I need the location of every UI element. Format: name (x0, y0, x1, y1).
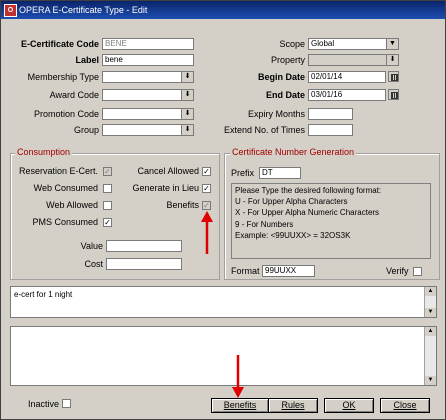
promotion-code-label: Promotion Code (33, 109, 99, 119)
cost-label: Cost (84, 259, 103, 269)
reservation-ecert-label: Reservation E-Cert. (18, 166, 98, 176)
lov-arrow-icon[interactable]: ⬇ (181, 90, 193, 100)
extend-times-field[interactable] (308, 124, 353, 136)
help-line: U - For Upper Alpha Characters (235, 197, 348, 207)
web-allowed-checkbox[interactable] (103, 201, 112, 210)
inactive-checkbox[interactable] (62, 399, 71, 408)
generate-in-lieu-checkbox[interactable]: ✓ (202, 184, 211, 193)
end-date-field[interactable]: 03/01/16 (308, 89, 386, 101)
description-scrollbar[interactable]: ▲ ▼ (424, 287, 436, 317)
help-line: X - For Upper Alpha Numeric Characters (235, 208, 380, 218)
ecert-type-edit-window: O OPERA E-Certificate Type - Edit E-Cert… (0, 0, 446, 420)
benefits-button[interactable]: Benefits (211, 398, 269, 413)
membership-type-field[interactable]: ⬇ (102, 71, 194, 83)
help-line: 9 - For Numbers (235, 219, 294, 229)
expiry-months-label: Expiry Months (247, 109, 305, 119)
lov-arrow-icon[interactable]: ⬇ (386, 55, 398, 65)
window-title: OPERA E-Certificate Type - Edit (19, 5, 148, 15)
close-button[interactable]: Close (380, 398, 430, 413)
annotation-arrow-down (232, 355, 244, 398)
web-consumed-checkbox[interactable] (103, 184, 112, 193)
web-consumed-label: Web Consumed (33, 183, 98, 193)
notes-scrollbar[interactable]: ▲ ▼ (424, 327, 436, 385)
scope-select[interactable]: Global ▼ (308, 38, 399, 50)
benefits-checkbox[interactable]: ✓ (202, 201, 211, 210)
calendar-icon[interactable] (388, 71, 399, 82)
cancel-allowed-label: Cancel Allowed (137, 166, 199, 176)
lov-arrow-icon[interactable]: ⬇ (181, 72, 193, 82)
cost-field[interactable] (106, 258, 182, 270)
dropdown-arrow-icon[interactable]: ▼ (386, 39, 398, 49)
group-field[interactable]: ⬇ (102, 124, 194, 136)
description-textarea[interactable]: e-cert for 1 night ▲ ▼ (10, 286, 437, 318)
ecert-code-field[interactable]: BENE (102, 38, 194, 50)
description-text: e-cert for 1 night (14, 290, 73, 299)
verify-checkbox[interactable] (413, 267, 422, 276)
web-allowed-label: Web Allowed (46, 200, 98, 210)
label-label: Label (75, 55, 99, 65)
scroll-down-icon[interactable]: ▼ (425, 308, 436, 317)
lov-arrow-icon[interactable]: ⬇ (181, 109, 193, 119)
verify-label: Verify (386, 266, 409, 276)
benefits-label: Benefits (166, 200, 199, 210)
format-label: Format (231, 266, 260, 276)
label-field[interactable]: bene (102, 54, 194, 66)
scope-value: Global (311, 39, 335, 48)
scope-label: Scope (279, 39, 305, 49)
opera-icon: O (4, 4, 17, 17)
pms-consumed-label: PMS Consumed (32, 217, 98, 227)
scroll-up-icon[interactable]: ▲ (425, 327, 436, 336)
promotion-code-field[interactable]: ⬇ (102, 108, 194, 120)
cancel-allowed-checkbox[interactable]: ✓ (202, 167, 211, 176)
reservation-ecert-checkbox[interactable]: ✓ (103, 167, 112, 176)
notes-textarea[interactable]: ▲ ▼ (10, 326, 437, 386)
prefix-field[interactable]: DT (259, 167, 301, 179)
prefix-label: Prefix (231, 168, 255, 178)
calendar-icon[interactable] (388, 89, 399, 100)
format-help-box: Please Type the desired following format… (231, 183, 431, 259)
property-label: Property (270, 55, 305, 65)
value-label: Value (80, 241, 103, 251)
help-line: Example: <99UUXX> = 32OS3K (235, 230, 351, 240)
begin-date-label: Begin Date (257, 72, 305, 82)
consumption-title: Consumption (15, 147, 73, 158)
group-label: Group (73, 125, 99, 135)
help-line: Please Type the desired following format… (235, 186, 382, 195)
property-field[interactable]: ⬇ (308, 54, 399, 66)
membership-type-label: Membership Type (27, 72, 99, 82)
value-field[interactable] (106, 240, 182, 252)
inactive-label: Inactive (28, 399, 60, 409)
begin-date-field[interactable]: 02/01/14 (308, 71, 386, 83)
cert-number-title: Certificate Number Generation (230, 147, 357, 158)
rules-button[interactable]: Rules (268, 398, 318, 413)
end-date-label: End Date (265, 90, 305, 100)
scroll-up-icon[interactable]: ▲ (425, 287, 436, 296)
award-code-field[interactable]: ⬇ (102, 89, 194, 101)
annotation-arrow-up (201, 211, 213, 254)
ecert-code-label: E-Certificate Code (20, 39, 99, 49)
title-bar: O OPERA E-Certificate Type - Edit (1, 1, 445, 19)
scroll-down-icon[interactable]: ▼ (425, 376, 436, 385)
expiry-months-field[interactable] (308, 108, 353, 120)
extend-times-label: Extend No. of Times (223, 125, 305, 135)
generate-in-lieu-label: Generate in Lieu (132, 183, 199, 193)
lov-arrow-icon[interactable]: ⬇ (181, 125, 193, 135)
award-code-label: Award Code (49, 90, 99, 100)
pms-consumed-checkbox[interactable]: ✓ (103, 218, 112, 227)
ok-button[interactable]: OK (324, 398, 374, 413)
format-field[interactable]: 99UUXX (262, 265, 315, 277)
